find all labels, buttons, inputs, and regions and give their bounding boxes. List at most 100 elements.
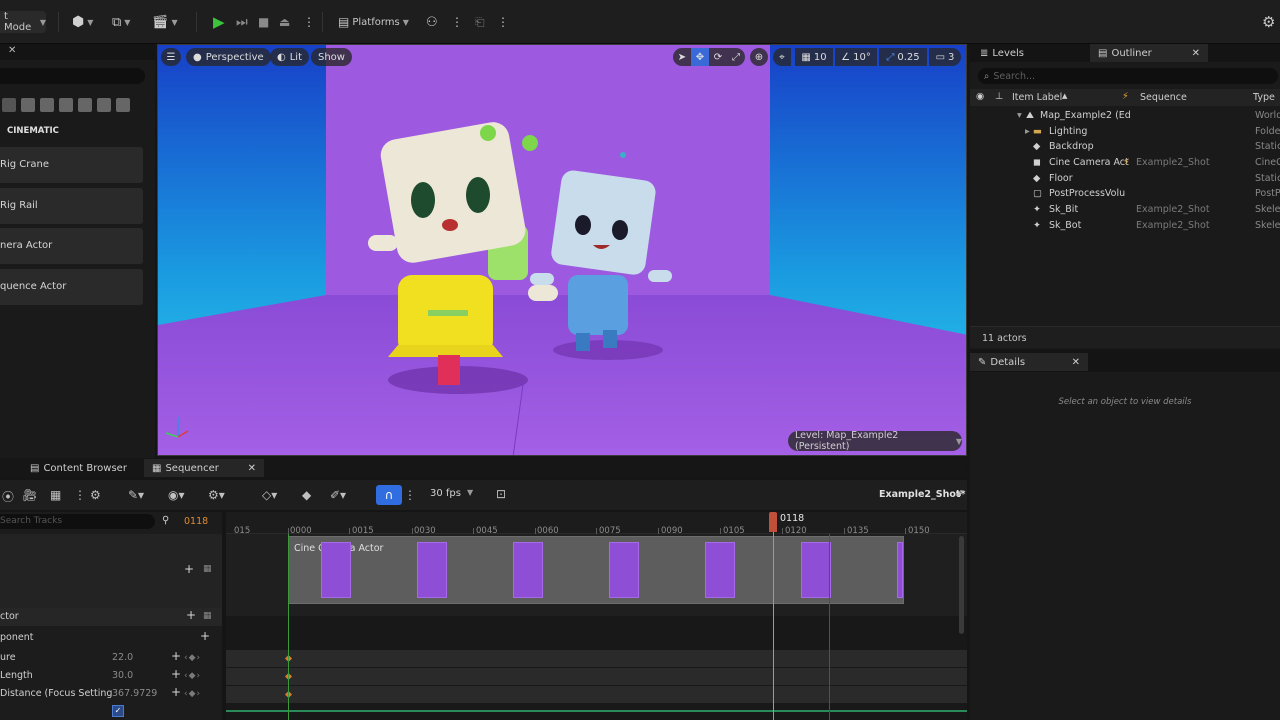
place-item-rig-rail[interactable]: Rig Rail	[0, 188, 143, 224]
key-fill-icon[interactable]: ◆	[302, 488, 311, 502]
column-type[interactable]: Type	[1253, 92, 1275, 103]
track-value[interactable]: 22.0	[112, 652, 133, 663]
cinematic-icon[interactable]	[116, 98, 130, 112]
outliner-row[interactable]: ◆ Backdrop Static	[970, 140, 1280, 155]
expand-icon[interactable]: ▾	[1017, 110, 1022, 121]
clapper-icon[interactable]: ▦	[50, 488, 61, 502]
eye-icon[interactable]: ◉	[976, 91, 984, 102]
render-movie-icon[interactable]: 🎥︎	[22, 488, 37, 502]
search-input[interactable]	[0, 68, 145, 84]
lit-dropdown[interactable]: ◐ Lit	[270, 48, 310, 66]
outliner-row[interactable]: ▾ ⛰ Map_Example2 (Ed World	[970, 109, 1280, 124]
add-track-icon[interactable]: +	[200, 629, 210, 643]
scale-mode-button[interactable]: ⤢	[727, 48, 745, 66]
more-options-button[interactable]: ⋮	[451, 11, 463, 33]
playback-start-marker[interactable]	[288, 534, 289, 720]
track-value[interactable]: 367.9729	[112, 688, 157, 699]
select-mode-button[interactable]: ➤	[673, 48, 691, 66]
track-row[interactable]: Length 30.0 + ‹◆›	[0, 667, 222, 685]
add-track-icon[interactable]: +	[184, 562, 194, 576]
track-options-icon[interactable]: ▦	[203, 564, 212, 574]
track-row[interactable]: ure 22.0 + ‹◆›	[0, 649, 222, 667]
tab-sequencer[interactable]: ▦ Sequencer ✕	[144, 459, 264, 477]
sequence-name[interactable]: Example2_Shot*	[879, 489, 965, 500]
playback-end-marker[interactable]	[829, 534, 830, 720]
fps-dropdown[interactable]: 30 fps ▼	[430, 488, 473, 499]
stop-button[interactable]: ■	[258, 11, 269, 33]
advance-frame-button[interactable]: ⏭︎	[236, 11, 248, 33]
tab-details[interactable]: ✎ Details ✕	[970, 353, 1088, 371]
grid-snap-button[interactable]: ▦ 10	[795, 48, 833, 66]
shapes-icon[interactable]	[40, 98, 54, 112]
outliner-row[interactable]: ◆ Floor Static	[970, 172, 1280, 187]
close-icon[interactable]: ✕	[8, 45, 16, 56]
place-item-sequence-actor[interactable]: quence Actor	[0, 269, 143, 305]
play-options-button[interactable]: ⋮	[303, 11, 315, 33]
track-checkbox[interactable]: ✓	[112, 705, 124, 717]
place-item-camera-actor[interactable]: nera Actor	[0, 228, 143, 264]
level-indicator[interactable]: Level: Map_Example2 (Persistent) ▼	[788, 430, 962, 452]
track-search-input[interactable]: Search Tracks	[0, 514, 155, 529]
curve-editor-icon[interactable]: ⊡	[496, 487, 506, 501]
close-icon[interactable]: ✕	[1192, 48, 1200, 59]
view-options-icon[interactable]: ◉▾	[168, 488, 185, 502]
key-navigation-icon[interactable]: ‹◆›	[184, 689, 201, 699]
viewport-menu-button[interactable]: ☰	[161, 48, 181, 66]
add-key-icon[interactable]: +	[171, 649, 181, 663]
volumes-icon[interactable]	[78, 98, 92, 112]
kebab-icon[interactable]: ⋮	[74, 488, 86, 502]
expand-icon[interactable]: ▸	[1025, 126, 1030, 137]
outliner-row[interactable]: ✦ Sk_Bit Example2_Shot Skele	[970, 203, 1280, 218]
current-frame[interactable]: 0118	[184, 516, 208, 527]
playback-options-icon[interactable]: ⚙▾	[208, 488, 225, 502]
world-local-toggle[interactable]: ⊕	[750, 48, 768, 66]
column-sequence[interactable]: Sequence	[1140, 92, 1187, 103]
level-viewport[interactable]: ☰ ● Perspective ◐ Lit Show ➤ ✥ ⟳ ⤢ ⊕ ⌖ ▦…	[157, 44, 967, 456]
settings-users-button[interactable]: ⚇	[426, 11, 438, 33]
track-value[interactable]: 30.0	[112, 670, 133, 681]
track-row[interactable]: Distance (Focus Setting 367.9729 + ‹◆›	[0, 685, 222, 703]
add-content-button[interactable]: ⬢ ▼	[72, 11, 93, 33]
tab-content-browser[interactable]: ▤ Content Browser	[22, 459, 135, 477]
tab-outliner[interactable]: ▤ Outliner ✕	[1090, 44, 1208, 62]
outliner-row[interactable]: ▸ ▬ Lighting Folder	[970, 125, 1280, 140]
mode-dropdown[interactable]: t Mode ▼	[0, 11, 46, 33]
tools-icon[interactable]: ✎▾	[128, 488, 144, 502]
filter-icon[interactable]: ⚲	[162, 515, 169, 526]
place-item-rig-crane[interactable]: Rig Crane	[0, 147, 143, 183]
all-classes-icon[interactable]	[97, 98, 111, 112]
playhead-handle[interactable]	[769, 512, 777, 532]
track-options-icon[interactable]: ▦	[203, 611, 212, 621]
play-button[interactable]: ▶	[213, 11, 225, 33]
scale-snap-button[interactable]: ⤢ 0.25	[879, 48, 927, 66]
rotate-mode-button[interactable]: ⟳	[709, 48, 727, 66]
camera-speed-button[interactable]: ▭ 3	[929, 48, 961, 66]
sequencer-timeline[interactable]: 015 0000 0015 0030 0045 0060 0075 0090 0…	[226, 512, 967, 720]
track-row[interactable]: ctor + ▦	[0, 608, 222, 626]
show-dropdown[interactable]: Show	[311, 48, 352, 66]
pin-icon[interactable]: ⊥	[995, 91, 1003, 102]
basic-icon[interactable]	[2, 98, 16, 112]
search-input[interactable]: ⌕ Search...	[978, 68, 1278, 84]
close-icon[interactable]: ✕	[1072, 357, 1080, 368]
add-key-icon[interactable]: +	[171, 685, 181, 699]
visual-effects-icon[interactable]	[59, 98, 73, 112]
cinematics-button[interactable]: 🎬︎ ▼	[152, 11, 178, 33]
source-control-button[interactable]: ⎗	[475, 11, 485, 33]
settings-button[interactable]: ⚙	[1262, 11, 1275, 33]
lights-icon[interactable]	[21, 98, 35, 112]
add-track-icon[interactable]: +	[186, 608, 196, 622]
blueprint-button[interactable]: ⧉ ▼	[112, 11, 130, 33]
tab-levels[interactable]: ≣ Levels	[972, 44, 1032, 62]
key-navigation-icon[interactable]: ‹◆›	[184, 671, 201, 681]
kebab-icon[interactable]: ⋮	[404, 488, 416, 502]
outliner-row[interactable]: ◼ Cine Camera Act ⚡ Example2_Shot CineC	[970, 156, 1280, 171]
translate-mode-button[interactable]: ✥	[691, 48, 709, 66]
track-row[interactable]: ponent +	[0, 629, 222, 647]
add-key-icon[interactable]: +	[171, 667, 181, 681]
rotation-snap-button[interactable]: ∠ 10°	[835, 48, 877, 66]
platforms-dropdown[interactable]: ▤ Platforms ▼	[338, 11, 409, 33]
key-navigation-icon[interactable]: ‹◆›	[184, 653, 201, 663]
camera-cuts-track[interactable]: + ▦	[0, 534, 222, 616]
save-icon[interactable]: ⦿	[2, 488, 14, 505]
